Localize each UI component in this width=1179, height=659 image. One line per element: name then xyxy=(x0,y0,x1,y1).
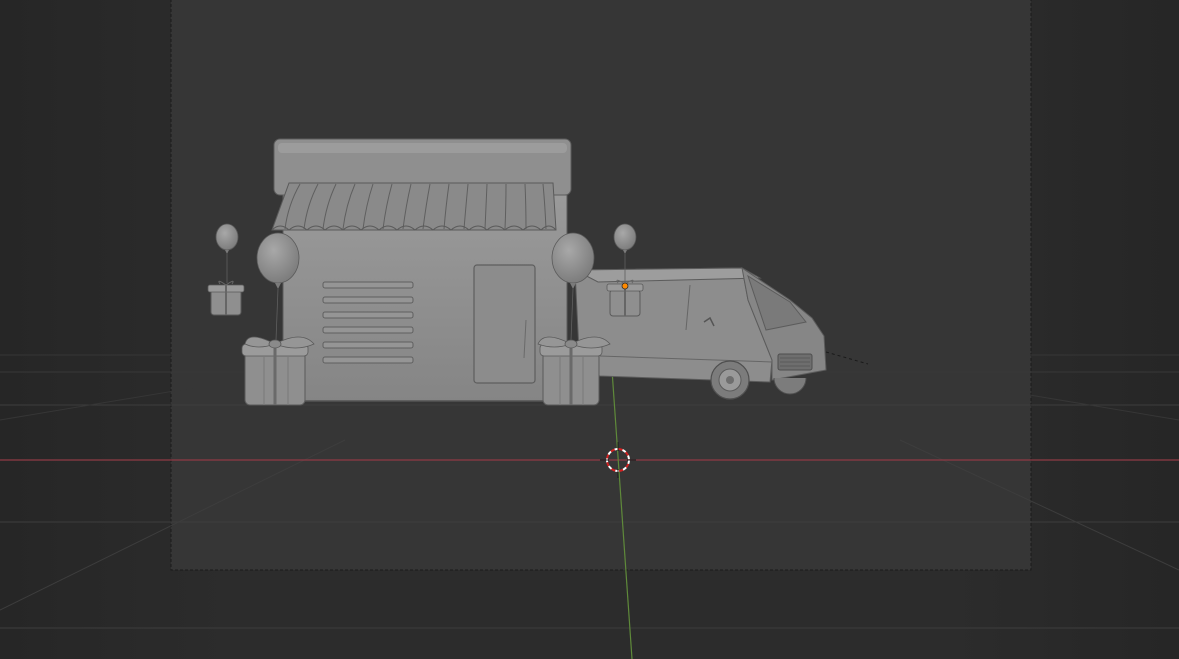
van-wheel-front xyxy=(710,360,750,400)
gift-box[interactable] xyxy=(207,280,245,316)
awning[interactable] xyxy=(271,182,557,231)
shop-building[interactable] xyxy=(273,138,572,402)
3d-viewport[interactable] xyxy=(0,0,1179,659)
gift-box[interactable] xyxy=(537,336,611,406)
object-origin-point[interactable] xyxy=(621,282,629,290)
gift-box[interactable] xyxy=(241,336,315,406)
